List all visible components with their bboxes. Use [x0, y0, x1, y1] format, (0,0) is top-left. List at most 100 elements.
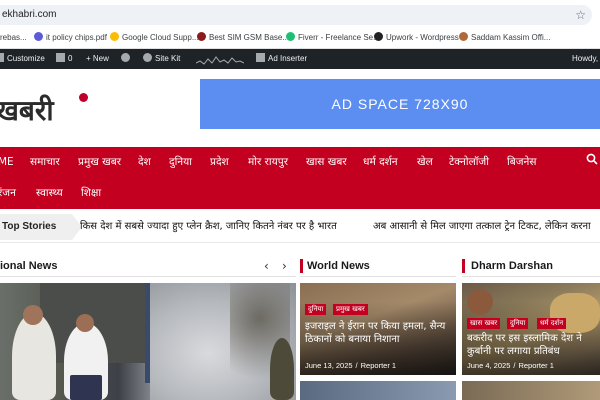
card-meta: June 4, 2025/Reporter 1: [467, 361, 554, 370]
category-tag[interactable]: दुनिया: [305, 304, 327, 315]
brush-icon: [0, 53, 4, 63]
site-logo[interactable]: खबरी: [0, 91, 54, 129]
section-divider: [300, 276, 456, 277]
ticker-item[interactable]: अब आसानी से मिल जाएगा तत्काल ट्रेन टिकट,…: [373, 214, 591, 240]
site-header: खबरी AD SPACE 728X90: [0, 69, 600, 147]
nav-item-duniya[interactable]: दुनिया: [169, 150, 192, 174]
bookmark-label: Fiverr - Freelance Se...: [298, 33, 380, 42]
customize-link[interactable]: Customize: [0, 49, 45, 69]
stats-sparkline[interactable]: [195, 49, 245, 69]
ad-inserter-link[interactable]: Ad Inserter: [256, 49, 307, 69]
nav-item-dharm-darshan[interactable]: धर्म दर्शन: [363, 150, 398, 174]
search-icon[interactable]: [586, 153, 598, 165]
nav-item-shiksha[interactable]: शिक्षा: [81, 181, 101, 205]
prev-arrow-icon[interactable]: ‹: [264, 258, 269, 274]
wp-admin-bar: Customize 0 + New Site Kit Ad Inserter H…: [0, 49, 600, 69]
nav-item-pradesh[interactable]: प्रदेश: [210, 150, 229, 174]
pdf-icon: [34, 32, 43, 42]
card-author[interactable]: Reporter 1: [361, 361, 396, 370]
category-tag[interactable]: खास खबर: [467, 318, 501, 329]
ad-inserter-label: Ad Inserter: [268, 54, 308, 63]
person-head: [76, 314, 94, 332]
person-figure: [70, 375, 102, 400]
site-kit-link[interactable]: Site Kit: [143, 49, 180, 69]
profile-icon: [459, 32, 468, 42]
site-kit-label: Site Kit: [155, 54, 181, 63]
customize-label: Customize: [7, 54, 45, 63]
section-title-dharm[interactable]: Dharm Darshan: [471, 256, 553, 276]
google-cloud-icon: [110, 32, 119, 42]
section-divider: [462, 276, 600, 277]
bookmark-item[interactable]: Saddam Kassim Offi...: [459, 28, 550, 48]
next-card-thumbnail[interactable]: [300, 381, 456, 400]
bookmark-item[interactable]: Upwork - Wordpress: [374, 28, 459, 48]
stats-sparkline-icon: [195, 56, 245, 65]
wordpress-icon: [121, 53, 130, 63]
bookmark-item[interactable]: Best SIM GSM Base...: [197, 28, 289, 48]
section-accent-bar: [462, 259, 465, 273]
card-date: June 13, 2025: [305, 361, 353, 370]
ad-space[interactable]: AD SPACE 728X90: [200, 79, 600, 129]
next-card-thumbnail[interactable]: [462, 381, 600, 400]
main-navigation: ME समाचार प्रमुख खबर देश दुनिया प्रदेश म…: [0, 147, 600, 209]
nav-item-technology[interactable]: टेक्नोलॉजी: [449, 150, 489, 174]
bookmark-label: Upwork - Wordpress: [386, 33, 459, 42]
section-divider: [0, 276, 296, 277]
dharm-darshan-card[interactable]: खास खबर दुनिया धर्म दर्शन बकरीद पर इस इस…: [462, 283, 600, 375]
bookmark-item[interactable]: rebas...: [0, 28, 27, 48]
logo-dot: [79, 93, 88, 102]
plus-icon: +: [86, 54, 93, 63]
card-title[interactable]: इजराइल ने ईरान पर किया हमला, सैन्य ठिकान…: [305, 320, 455, 346]
bookmarks-bar: rebas... it policy chips.pdf Google Clou…: [0, 28, 600, 49]
nav-item-swasthya[interactable]: स्वास्थ्य: [36, 181, 63, 205]
top-stories-label: Top Stories: [0, 214, 72, 240]
top-stories-ticker: Top Stories किस देश में सबसे ज्यादा हुए …: [0, 211, 600, 243]
bookmark-label: Best SIM GSM Base...: [209, 33, 290, 42]
address-bar[interactable]: ekhabri.com ☆: [0, 0, 600, 28]
comments-link[interactable]: 0: [56, 49, 72, 69]
bookmark-item[interactable]: Fiverr - Freelance Se...: [286, 28, 380, 48]
grid-icon: [256, 53, 265, 63]
card-author[interactable]: Reporter 1: [518, 361, 553, 370]
nav-item-mor-raipur[interactable]: मोर रायपुर: [248, 150, 288, 174]
person-figure: [12, 313, 56, 400]
nav-item-home[interactable]: ME: [0, 150, 14, 174]
category-tag[interactable]: दुनिया: [507, 318, 529, 329]
person-figure: [270, 338, 294, 400]
category-tag[interactable]: धर्म दर्शन: [537, 318, 567, 329]
nav-item-samachar[interactable]: समाचार: [30, 150, 60, 174]
bookmark-label: rebas...: [0, 33, 27, 42]
nav-item-khel[interactable]: खेल: [417, 150, 433, 174]
nav-item-khas-khabar[interactable]: खास खबर: [306, 150, 347, 174]
world-news-card[interactable]: दुनिया प्रमुख खबर इजराइल ने ईरान पर किया…: [300, 283, 456, 375]
fiverr-icon: [286, 32, 295, 42]
ticker-item[interactable]: किस देश में सबसे ज्यादा हुए प्लेन क्रैश,…: [80, 214, 337, 240]
section-title-world[interactable]: World News: [307, 256, 370, 276]
card-date: June 4, 2025: [467, 361, 511, 370]
howdy-link[interactable]: Howdy,: [572, 49, 598, 69]
new-link[interactable]: + New: [86, 49, 109, 69]
nav-item-pramukh-khabar[interactable]: प्रमुख खबर: [78, 150, 121, 174]
comments-count: 0: [68, 54, 73, 63]
wordpress-link[interactable]: [121, 49, 133, 69]
bookmark-label: it policy chips.pdf: [46, 33, 107, 42]
section-accent-bar: [300, 259, 303, 273]
category-tag[interactable]: प्रमुख खबर: [333, 304, 368, 315]
bookmark-item[interactable]: Google Cloud Supp...: [110, 28, 199, 48]
card-title[interactable]: बकरीद पर इस इस्लामिक देश ने कुर्बानी पर …: [467, 332, 600, 358]
card-meta: June 13, 2025/Reporter 1: [305, 361, 397, 370]
nav-item-business[interactable]: बिजनेस: [507, 150, 536, 174]
section-title-national[interactable]: ional News: [0, 256, 57, 276]
bookmark-label: Saddam Kassim Offi...: [471, 33, 551, 42]
upwork-icon: [374, 32, 383, 42]
nav-item-desh[interactable]: देश: [138, 150, 151, 174]
national-news-image[interactable]: [0, 283, 296, 400]
google-g-icon: [143, 53, 152, 63]
bookmark-star-icon[interactable]: ☆: [575, 5, 586, 25]
howdy-label: Howdy,: [572, 54, 599, 63]
bookmark-item[interactable]: it policy chips.pdf: [34, 28, 107, 48]
site-icon: [197, 32, 206, 42]
next-arrow-icon[interactable]: ›: [282, 258, 287, 274]
url-field[interactable]: ekhabri.com: [0, 5, 592, 25]
nav-item-manoranjan[interactable]: रंजन: [0, 181, 16, 205]
